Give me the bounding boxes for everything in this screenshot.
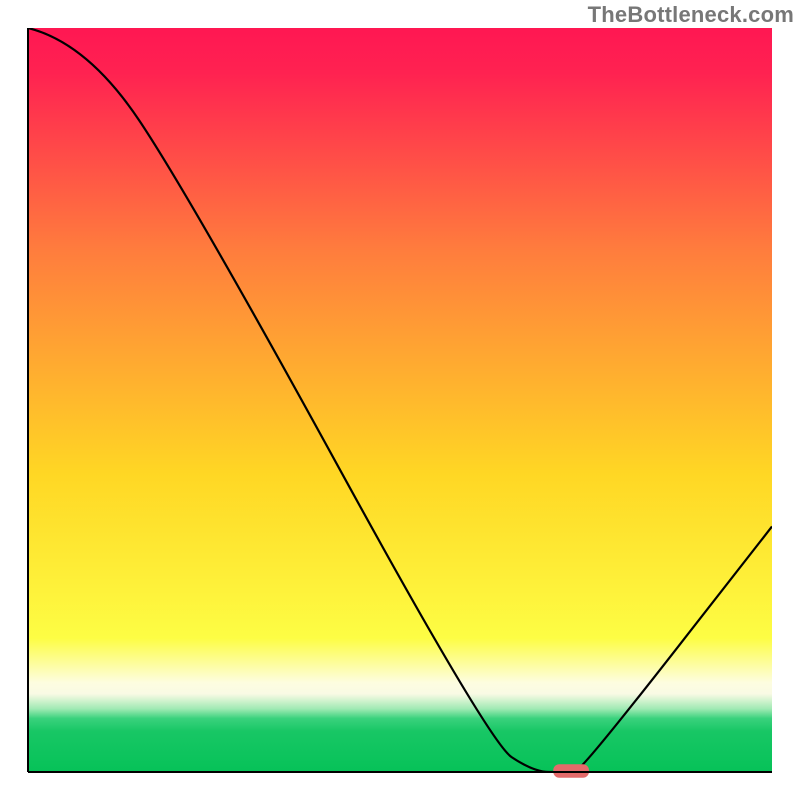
gradient-background: [28, 28, 772, 772]
chart-container: TheBottleneck.com: [0, 0, 800, 800]
watermark-label: TheBottleneck.com: [588, 2, 794, 28]
bottleneck-chart: [0, 0, 800, 800]
